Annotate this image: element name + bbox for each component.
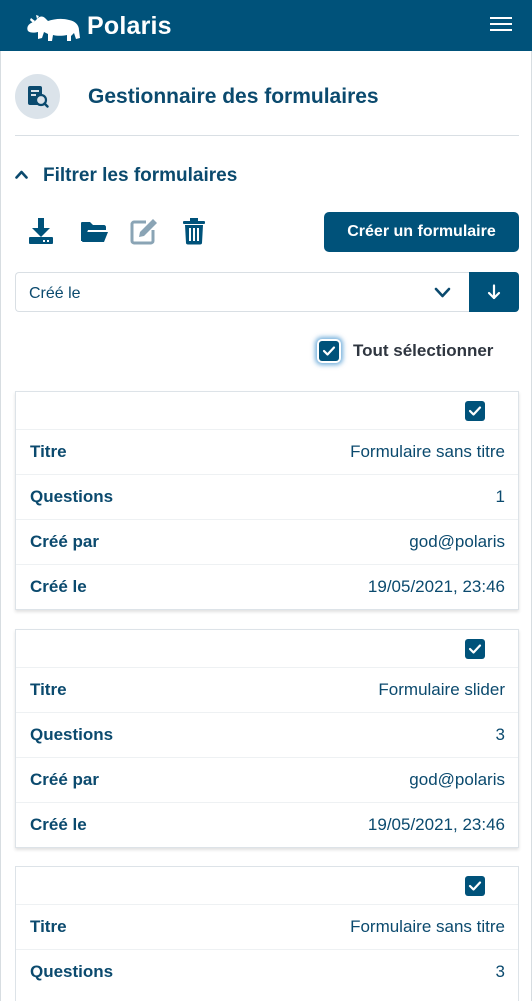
form-questions-row: Questions 3 xyxy=(16,713,518,758)
form-manager-icon xyxy=(15,74,60,119)
form-created-by-row: Créé par god@polaris xyxy=(16,758,518,803)
checkmark-icon xyxy=(468,644,482,654)
created-at-value: 19/05/2021, 23:46 xyxy=(367,815,505,834)
create-form-button[interactable]: Créer un formulaire xyxy=(324,212,519,252)
chevron-down-icon xyxy=(434,287,451,298)
download-icon[interactable] xyxy=(26,216,56,246)
hamburger-menu-icon[interactable] xyxy=(490,17,512,33)
form-created-by-row: Créé par god@polaris xyxy=(16,520,518,565)
created-by-label: Créé par xyxy=(30,770,99,789)
page-title: Gestionnaire des formulaires xyxy=(88,85,379,108)
form-title-row: Titre Formulaire sans titre xyxy=(16,905,518,950)
form-title: Formulaire slider xyxy=(378,680,505,699)
brand-name: Polaris xyxy=(87,12,172,40)
select-all-label: Tout sélectionner xyxy=(353,341,494,360)
chevron-up-icon xyxy=(15,170,28,179)
form-questions-row: Questions 1 xyxy=(16,475,518,520)
trash-icon[interactable] xyxy=(179,216,209,246)
form-title-row: Titre Formulaire slider xyxy=(16,668,518,713)
title-label: Titre xyxy=(30,680,67,699)
questions-label: Questions xyxy=(30,962,114,981)
form-select-checkbox[interactable] xyxy=(465,876,485,896)
questions-count: 3 xyxy=(495,962,505,981)
created-at-label: Créé le xyxy=(30,815,87,834)
folder-open-icon[interactable] xyxy=(79,216,109,246)
form-select-checkbox[interactable] xyxy=(465,639,485,659)
form-card-header xyxy=(16,867,518,905)
questions-count: 3 xyxy=(495,725,505,744)
sort-field-value: Créé le xyxy=(29,285,81,302)
select-all-checkbox[interactable] xyxy=(319,341,339,361)
form-card: Titre Formulaire sans titre Questions 3 xyxy=(15,866,519,1001)
form-title: Formulaire sans titre xyxy=(350,917,505,936)
sort-direction-button[interactable] xyxy=(469,272,519,312)
checkmark-icon xyxy=(322,346,336,356)
created-at-label: Créé le xyxy=(30,577,87,596)
checkmark-icon xyxy=(468,406,482,416)
created-by-label: Créé par xyxy=(30,532,99,551)
created-at-value: 19/05/2021, 23:46 xyxy=(367,577,505,596)
form-created-at-row: Créé le 19/05/2021, 23:46 xyxy=(16,565,518,610)
top-navbar: Polaris xyxy=(0,0,532,51)
form-title-row: Titre Formulaire sans titre xyxy=(16,430,518,475)
checkmark-icon xyxy=(468,881,482,891)
arrow-down-icon xyxy=(487,284,501,300)
filter-label: Filtrer les formulaires xyxy=(43,165,238,186)
form-select-checkbox[interactable] xyxy=(465,401,485,421)
edit-icon[interactable] xyxy=(129,216,159,246)
title-label: Titre xyxy=(30,917,67,936)
sort-field-select[interactable]: Créé le xyxy=(15,272,469,312)
page-border-left xyxy=(0,51,1,1001)
form-card-header xyxy=(16,630,518,668)
title-label: Titre xyxy=(30,442,67,461)
header-divider xyxy=(15,135,519,136)
questions-count: 1 xyxy=(495,487,505,506)
created-by-value: god@polaris xyxy=(409,532,505,551)
form-title: Formulaire sans titre xyxy=(350,442,505,461)
created-by-value: god@polaris xyxy=(409,770,505,789)
form-card: Titre Formulaire slider Questions 3 Créé… xyxy=(15,629,519,848)
form-created-at-row: Créé le 19/05/2021, 23:46 xyxy=(16,803,518,848)
questions-label: Questions xyxy=(30,725,114,744)
form-card: Titre Formulaire sans titre Questions 1 … xyxy=(15,391,519,610)
polar-bear-logo-icon xyxy=(27,15,81,41)
form-card-header xyxy=(16,392,518,430)
questions-label: Questions xyxy=(30,487,114,506)
form-questions-row: Questions 3 xyxy=(16,950,518,995)
